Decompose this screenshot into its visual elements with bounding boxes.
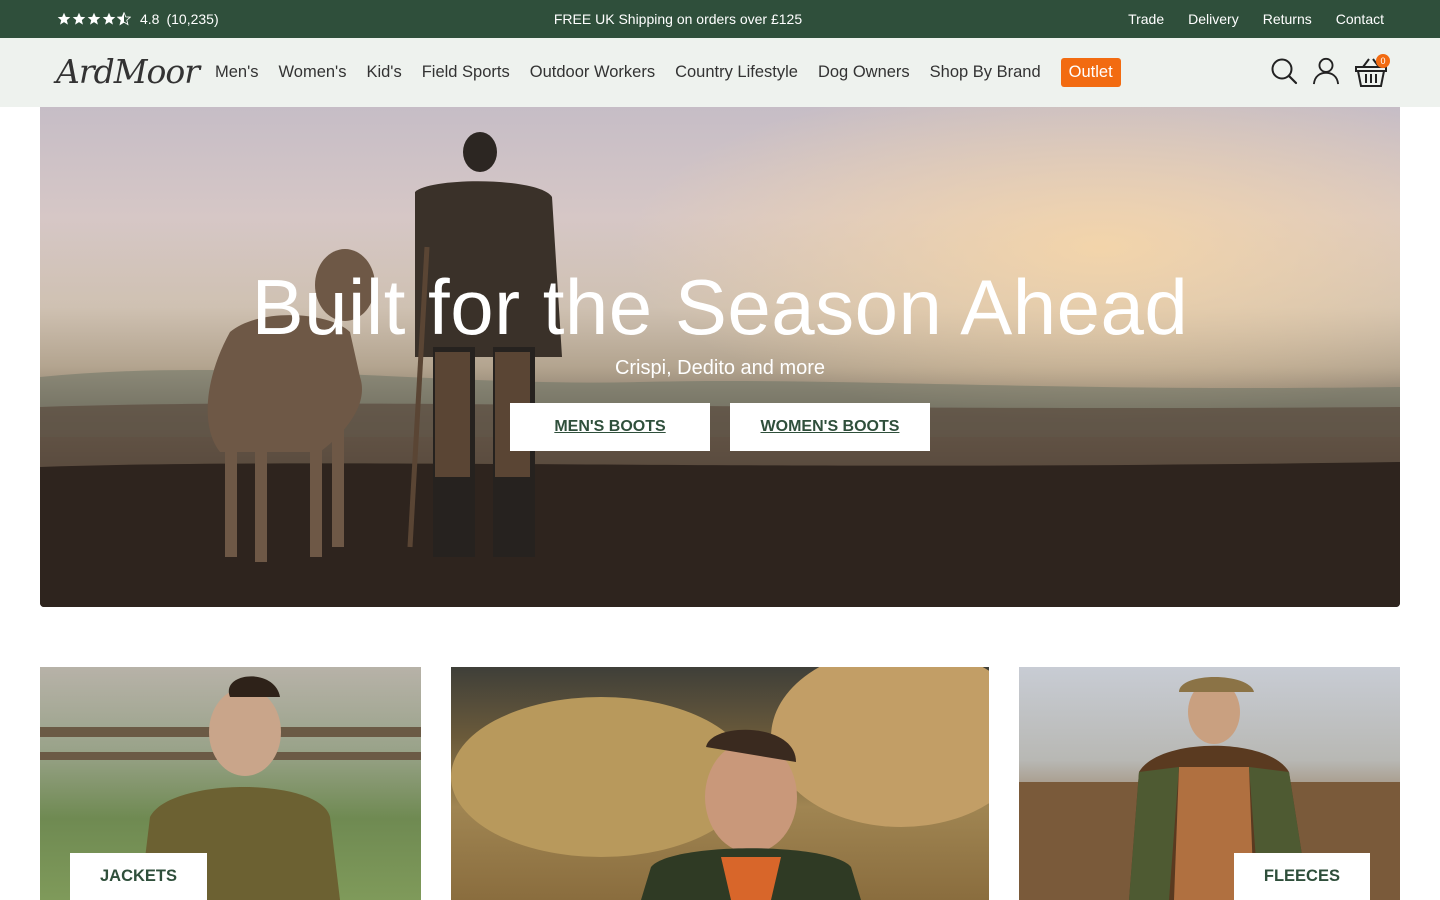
womens-boots-button[interactable]: WOMEN'S BOOTS — [730, 403, 930, 451]
account-icon[interactable] — [1312, 56, 1340, 86]
featured-image — [451, 667, 989, 900]
nav-field-sports[interactable]: Field Sports — [422, 63, 510, 82]
hero-banner: Built for the Season Ahead Crispi, Dedit… — [40, 107, 1400, 607]
delivery-link[interactable]: Delivery — [1188, 11, 1239, 27]
site-logo[interactable]: ArdMoor — [56, 52, 200, 91]
nav-outlet[interactable]: Outlet — [1060, 58, 1121, 87]
hero-subtitle: Crispi, Dedito and more — [614, 357, 826, 379]
mens-boots-button[interactable]: MEN'S BOOTS — [510, 403, 710, 451]
trade-link[interactable]: Trade — [1128, 11, 1164, 27]
top-bar: 4.8 (10,235) FREE UK Shipping on orders … — [0, 0, 1440, 38]
category-tile-jackets[interactable]: JACKETS — [40, 667, 421, 900]
nav-country-lifestyle[interactable]: Country Lifestyle — [675, 63, 798, 82]
basket-count-badge: 0 — [1376, 54, 1390, 68]
hero-title: Built for the Season Ahead — [251, 263, 1189, 351]
category-tile-featured[interactable] — [451, 667, 989, 900]
hero-buttons: MEN'S BOOTS WOMEN'S BOOTS — [510, 403, 930, 451]
search-icon[interactable] — [1270, 56, 1298, 86]
contact-link[interactable]: Contact — [1336, 11, 1384, 27]
jackets-label: JACKETS — [70, 853, 208, 900]
fleeces-label: FLEECES — [1233, 853, 1370, 900]
nav-shop-by-brand[interactable]: Shop By Brand — [930, 63, 1041, 82]
header-icons: 0 — [1270, 54, 1390, 87]
nav-womens[interactable]: Women's — [279, 63, 347, 82]
nav-dog-owners[interactable]: Dog Owners — [818, 63, 910, 82]
nav-mens[interactable]: Men's — [215, 63, 259, 82]
utility-links: Trade Delivery Returns Contact — [1128, 0, 1384, 38]
nav-outdoor-workers[interactable]: Outdoor Workers — [530, 63, 655, 82]
returns-link[interactable]: Returns — [1263, 11, 1312, 27]
nav-kids[interactable]: Kid's — [366, 63, 401, 82]
main-header: ArdMoor Men's Women's Kid's Field Sports… — [0, 38, 1440, 107]
main-nav: Men's Women's Kid's Field Sports Outdoor… — [215, 38, 1121, 107]
category-tile-fleeces[interactable]: FLEECES — [1019, 667, 1400, 900]
basket-button[interactable]: 0 — [1354, 54, 1390, 87]
